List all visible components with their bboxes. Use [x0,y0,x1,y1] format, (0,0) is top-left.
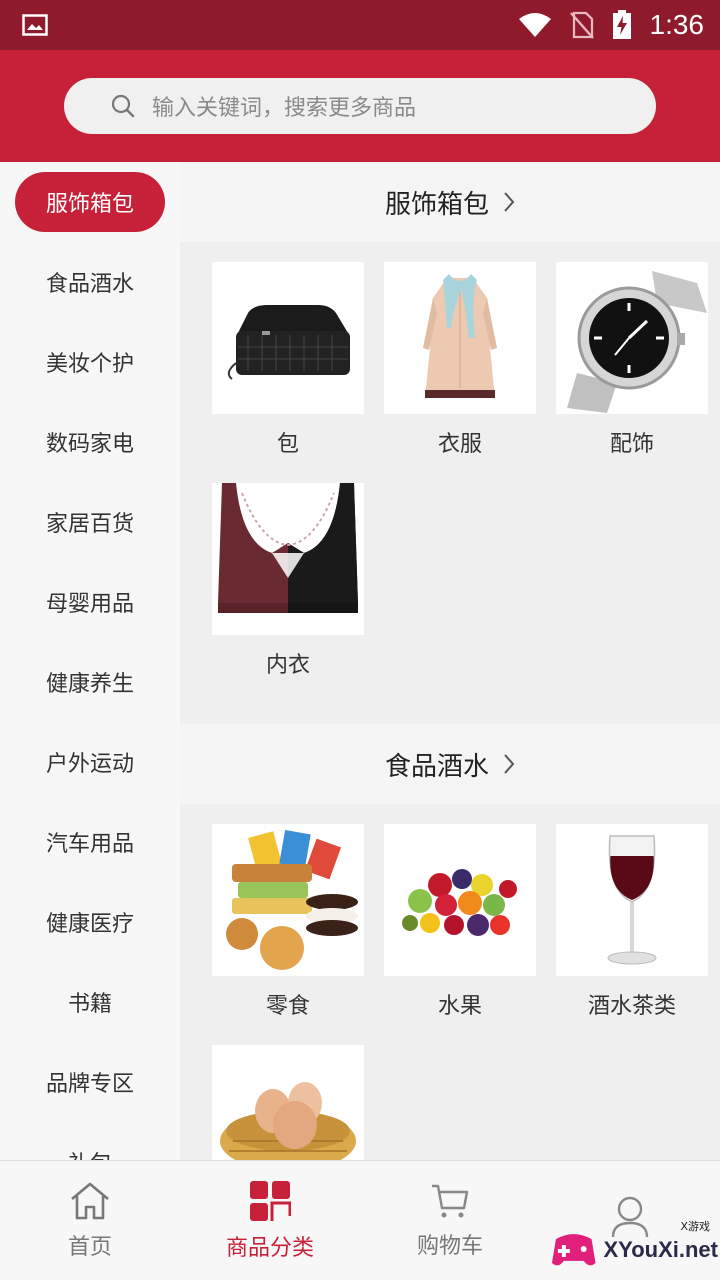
search-icon [111,94,135,118]
sidebar-item-auto[interactable]: 汽车用品 [0,802,180,882]
sidebar-item-label: 母婴用品 [45,592,134,617]
watermark-text: XYouXi.net [603,1237,719,1262]
sidebar-item-label: 美妆个护 [45,352,134,377]
search-placeholder: 输入关键词，搜索更多商品 [152,96,417,121]
tab-label: 购物车 [416,1233,483,1259]
subcategory-label: 配饰 [609,432,654,457]
bra-image [212,483,364,635]
subcategory-item[interactable]: 内衣 [202,483,374,704]
tab-home[interactable]: 首页 [0,1161,180,1280]
subcategory-label: 包 [276,432,299,457]
section-divider [180,714,720,724]
image-notification-icon [22,14,48,36]
subcategory-item[interactable]: 包 [202,262,374,483]
sidebar-item-electronics[interactable]: 数码家电 [0,402,180,482]
tab-label: 首页 [67,1234,112,1260]
sidebar-item-apparel-bags[interactable]: 服饰箱包 [0,162,180,242]
subcategory-item[interactable] [202,1045,374,1160]
category-content[interactable]: 服饰箱包 包 衣服 配饰 内衣 食品酒水 零食 水果 酒水茶类 [180,162,720,1160]
sidebar-item-label: 书籍 [67,992,112,1017]
subcategory-item[interactable]: 水果 [374,824,546,1045]
chevron-right-icon [504,192,515,212]
subcategory-label: 酒水茶类 [587,994,676,1019]
tab-label: 商品分类 [225,1235,314,1261]
category-icon [250,1180,291,1221]
sidebar-item-label: 品牌专区 [45,1072,134,1097]
search-bar[interactable]: 输入关键词，搜索更多商品 [64,78,656,134]
sidebar-item-brands[interactable]: 品牌专区 [0,1042,180,1122]
tab-category[interactable]: 商品分类 [180,1161,360,1280]
status-bar: 1:36 [0,0,720,50]
wifi-icon [518,13,551,37]
sidebar-item-outdoor[interactable]: 户外运动 [0,722,180,802]
cart-icon [432,1184,469,1217]
tab-cart[interactable]: 购物车 [360,1161,540,1280]
subcategory-label: 内衣 [265,653,310,678]
chevron-right-icon [504,754,515,774]
no-sim-icon [569,11,594,39]
sidebar-item-label: 健康养生 [45,672,134,697]
site-watermark: XYouXi.net X游戏 [550,1220,719,1278]
sidebar-item-label: 户外运动 [45,752,134,777]
sidebar-item-label: 食品酒水 [45,272,134,297]
sidebar-item-food-drinks[interactable]: 食品酒水 [0,242,180,322]
snacks-image [212,824,364,976]
sidebar-item-baby[interactable]: 母婴用品 [0,562,180,642]
sidebar-item-label: 礼包 [68,1146,112,1160]
fruits-image [384,824,536,976]
subcategory-grid: 包 衣服 配饰 内衣 [180,242,720,714]
status-time: 1:36 [649,9,705,40]
subcategory-label: 零食 [265,994,310,1019]
sidebar-item-label: 汽车用品 [45,832,134,857]
header: 输入关键词，搜索更多商品 [0,50,720,162]
sidebar-item-label: 服饰箱包 [15,172,165,232]
subcategory-item[interactable]: 酒水茶类 [546,824,718,1045]
trench-coat-image [384,262,536,414]
clutch-bag-image [212,262,364,414]
wristwatch-image [556,262,708,414]
status-icons: 1:36 [518,9,705,41]
sidebar-item-wellness[interactable]: 健康养生 [0,642,180,722]
wine-glass-image [556,824,708,976]
subcategory-item[interactable]: 零食 [202,824,374,1045]
subcategory-grid: 零食 水果 酒水茶类 [180,804,720,1160]
section-title: 食品酒水 [384,751,489,782]
sidebar-item-home[interactable]: 家居百货 [0,482,180,562]
category-sidebar[interactable]: 服饰箱包 食品酒水 美妆个护 数码家电 家居百货 母婴用品 健康养生 户外运动 … [0,162,180,1160]
watermark-small-text: X游戏 [680,1220,710,1233]
sidebar-item-gift[interactable]: 礼包 [0,1122,180,1160]
sidebar-item-books[interactable]: 书籍 [0,962,180,1042]
eggs-basket-image [212,1045,364,1160]
section-header-food-drinks[interactable]: 食品酒水 [180,724,720,804]
battery-charging-icon [612,10,631,39]
subcategory-item[interactable]: 衣服 [374,262,546,483]
subcategory-item[interactable]: 配饰 [546,262,718,483]
sidebar-item-medical[interactable]: 健康医疗 [0,882,180,962]
sidebar-item-beauty[interactable]: 美妆个护 [0,322,180,402]
subcategory-label: 水果 [437,994,482,1019]
home-icon [71,1182,109,1219]
subcategory-label: 衣服 [437,432,482,457]
gamepad-logo-icon [551,1234,596,1266]
section-title: 服饰箱包 [384,189,489,220]
sidebar-item-label: 家居百货 [45,512,134,537]
sidebar-item-label: 数码家电 [45,432,134,457]
sidebar-item-label: 健康医疗 [45,912,134,937]
section-header-apparel-bags[interactable]: 服饰箱包 [180,162,720,242]
